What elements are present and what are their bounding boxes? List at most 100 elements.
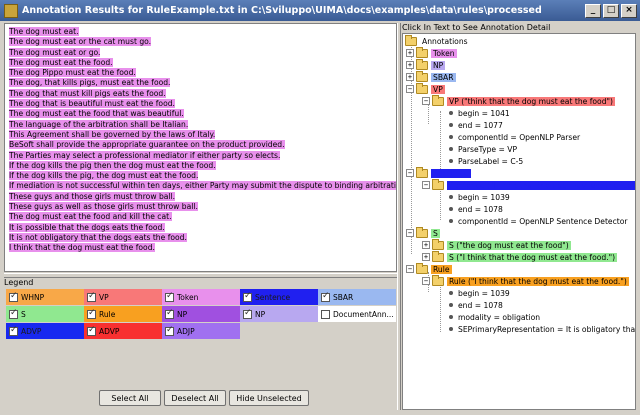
text-line[interactable]: The language of the arbitration shall be… bbox=[9, 119, 393, 130]
deselect-all-button[interactable]: Deselect All bbox=[164, 390, 226, 406]
tree-feature[interactable]: modality = obligation bbox=[449, 311, 540, 323]
legend-checkbox[interactable] bbox=[243, 308, 252, 319]
tree-feature[interactable]: end = 1078 bbox=[449, 299, 503, 311]
text-line[interactable]: The dog must eat or the cat must go. bbox=[9, 37, 393, 47]
text-line[interactable]: I think that the dog must eat the food. bbox=[9, 243, 393, 253]
annotated-text-panel[interactable]: The dog must eat. The dog must eat or th… bbox=[4, 23, 397, 272]
legend-checkbox[interactable] bbox=[9, 308, 18, 319]
text-line[interactable]: The dog Pippo must eat the food. bbox=[9, 68, 393, 78]
legend-checkbox[interactable] bbox=[321, 309, 330, 319]
legend-checkbox[interactable] bbox=[87, 308, 96, 319]
select-all-button[interactable]: Select All bbox=[99, 390, 161, 406]
app-icon bbox=[4, 3, 18, 18]
legend-item[interactable]: VP bbox=[84, 289, 162, 305]
tree-feature[interactable]: end = 1078 bbox=[449, 203, 503, 215]
window-titlebar[interactable]: Annotation Results for RuleExample.txt i… bbox=[0, 0, 640, 21]
tree-feature[interactable]: SEPrimaryRepresentation = It is obligato… bbox=[449, 323, 635, 335]
text-line[interactable]: It is not obligatory that the dogs eats … bbox=[9, 232, 393, 243]
text-line[interactable]: These guys and those girls must throw ba… bbox=[9, 191, 393, 202]
tree-node-s-instance[interactable]: + S ("I think that the dog must eat the f… bbox=[422, 250, 618, 263]
tree-node-rule-instance[interactable]: − Rule ("I think that the dog must eat th… bbox=[422, 274, 629, 287]
legend-item[interactable]: Token bbox=[162, 289, 240, 305]
legend-item[interactable]: ADVP bbox=[84, 323, 162, 339]
text-line[interactable]: If mediation is not successful within te… bbox=[9, 181, 396, 191]
text-line[interactable]: The dog must eat or go. bbox=[9, 47, 393, 58]
legend-checkbox[interactable] bbox=[321, 291, 330, 302]
collapse-icon[interactable]: − bbox=[422, 97, 430, 105]
text-line[interactable]: BeSoft shall provide the appropriate gua… bbox=[9, 140, 393, 150]
expand-icon[interactable]: + bbox=[422, 241, 430, 249]
tree-feature[interactable]: componentId = OpenNLP Parser bbox=[449, 131, 580, 143]
legend-checkbox[interactable] bbox=[165, 325, 174, 336]
legend-checkbox[interactable] bbox=[9, 325, 18, 336]
collapse-icon[interactable]: − bbox=[422, 277, 430, 285]
folder-open-icon bbox=[416, 226, 428, 238]
legend-title: Legend bbox=[4, 278, 34, 287]
legend-checkbox[interactable] bbox=[9, 291, 18, 302]
expand-icon[interactable]: + bbox=[406, 49, 414, 57]
tree-feature[interactable]: begin = 1039 bbox=[449, 191, 510, 203]
legend-checkbox[interactable] bbox=[87, 291, 96, 302]
legend-item[interactable]: ADVP bbox=[6, 323, 84, 339]
legend-item[interactable]: DocumentAnn... bbox=[318, 306, 396, 322]
tree-feature[interactable]: begin = 1039 bbox=[449, 287, 510, 299]
tree-feature[interactable]: ParseType = VP bbox=[449, 143, 517, 155]
text-line[interactable]: If the dog kills the pig, the dog must e… bbox=[9, 171, 393, 181]
legend-item[interactable]: NP bbox=[162, 306, 240, 322]
legend-checkbox[interactable] bbox=[243, 291, 252, 302]
text-line[interactable]: The dog that is beautiful must eat the f… bbox=[9, 99, 393, 109]
legend-checkbox[interactable] bbox=[87, 325, 96, 336]
legend-checkbox[interactable] bbox=[165, 308, 174, 319]
tree-feature[interactable]: ParseLabel = C-5 bbox=[449, 155, 523, 167]
collapse-icon[interactable]: − bbox=[406, 169, 414, 177]
tree-feature[interactable]: begin = 1041 bbox=[449, 107, 510, 119]
tree-node-s[interactable]: − S bbox=[406, 226, 440, 239]
vertical-splitter[interactable] bbox=[397, 23, 401, 410]
tree-feature[interactable]: componentId = OpenNLP Sentence Detector bbox=[449, 215, 628, 227]
minimize-button[interactable]: _ bbox=[585, 3, 601, 18]
collapse-icon[interactable]: − bbox=[406, 265, 414, 273]
text-line[interactable]: The dog, that kills pigs, must eat the f… bbox=[9, 78, 393, 88]
legend-item[interactable]: ADJP bbox=[162, 323, 240, 339]
close-button[interactable]: × bbox=[621, 3, 637, 18]
tree-node-sbar[interactable]: + SBAR bbox=[406, 70, 456, 83]
collapse-icon[interactable]: − bbox=[406, 229, 414, 237]
text-line[interactable]: The dog must eat the food. bbox=[9, 57, 393, 68]
legend-item[interactable]: SBAR bbox=[318, 289, 396, 305]
folder-open-icon bbox=[416, 262, 428, 274]
tree-node-s-instance[interactable]: + S ("the dog must eat the food") bbox=[422, 238, 571, 251]
tree-node-sentence[interactable]: − Sentence bbox=[406, 166, 471, 179]
collapse-icon[interactable]: − bbox=[422, 181, 430, 189]
expand-icon[interactable]: + bbox=[406, 61, 414, 69]
text-line[interactable]: The dog must eat the food and kill the c… bbox=[9, 212, 393, 222]
text-line[interactable]: The Parties may select a professional me… bbox=[9, 150, 393, 161]
annotation-tree[interactable]: Annotations + Token + NP + SBAR − VP − VP ("t… bbox=[402, 33, 636, 410]
text-line[interactable]: It is possible that the dogs eats the fo… bbox=[9, 222, 393, 233]
expand-icon[interactable]: + bbox=[406, 73, 414, 81]
tree-root[interactable]: Annotations bbox=[405, 34, 470, 47]
collapse-icon[interactable]: − bbox=[406, 85, 414, 93]
legend-checkbox[interactable] bbox=[165, 291, 174, 302]
legend-item[interactable]: NP bbox=[240, 306, 318, 322]
tree-node-np[interactable]: + NP bbox=[406, 58, 446, 71]
text-line[interactable]: The dog that must kill pigs eats the foo… bbox=[9, 88, 393, 99]
tree-node-rule[interactable]: − Rule bbox=[406, 262, 452, 275]
legend-item[interactable]: S bbox=[6, 306, 84, 322]
folder-open-icon bbox=[432, 94, 444, 106]
text-line[interactable]: These guys as well as those girls must t… bbox=[9, 202, 393, 212]
text-line[interactable]: This Agreement shall be governed by the … bbox=[9, 129, 393, 140]
text-line[interactable]: The dog must eat the food that was beaut… bbox=[9, 109, 393, 119]
hide-unselected-button[interactable]: Hide Unselected bbox=[229, 390, 309, 406]
legend-item[interactable]: WHNP bbox=[6, 289, 84, 305]
expand-icon[interactable]: + bbox=[422, 253, 430, 261]
text-line[interactable]: The dog must eat. bbox=[9, 27, 393, 37]
tree-node-vp[interactable]: − VP bbox=[406, 82, 445, 95]
legend-item[interactable]: Sentence bbox=[240, 289, 318, 305]
legend-item[interactable]: Rule bbox=[84, 306, 162, 322]
text-line[interactable]: If the dog kills the pig then the dog mu… bbox=[9, 160, 393, 171]
maximize-button[interactable]: □ bbox=[603, 3, 619, 18]
tree-feature[interactable]: end = 1077 bbox=[449, 119, 503, 131]
tree-node-sentence-instance[interactable]: − Sentence ("I think that the dog must ea… bbox=[422, 178, 635, 191]
tree-node-vp-instance[interactable]: − VP ("think that the dog must eat the fo… bbox=[422, 94, 615, 107]
tree-node-token[interactable]: + Token bbox=[406, 46, 457, 59]
